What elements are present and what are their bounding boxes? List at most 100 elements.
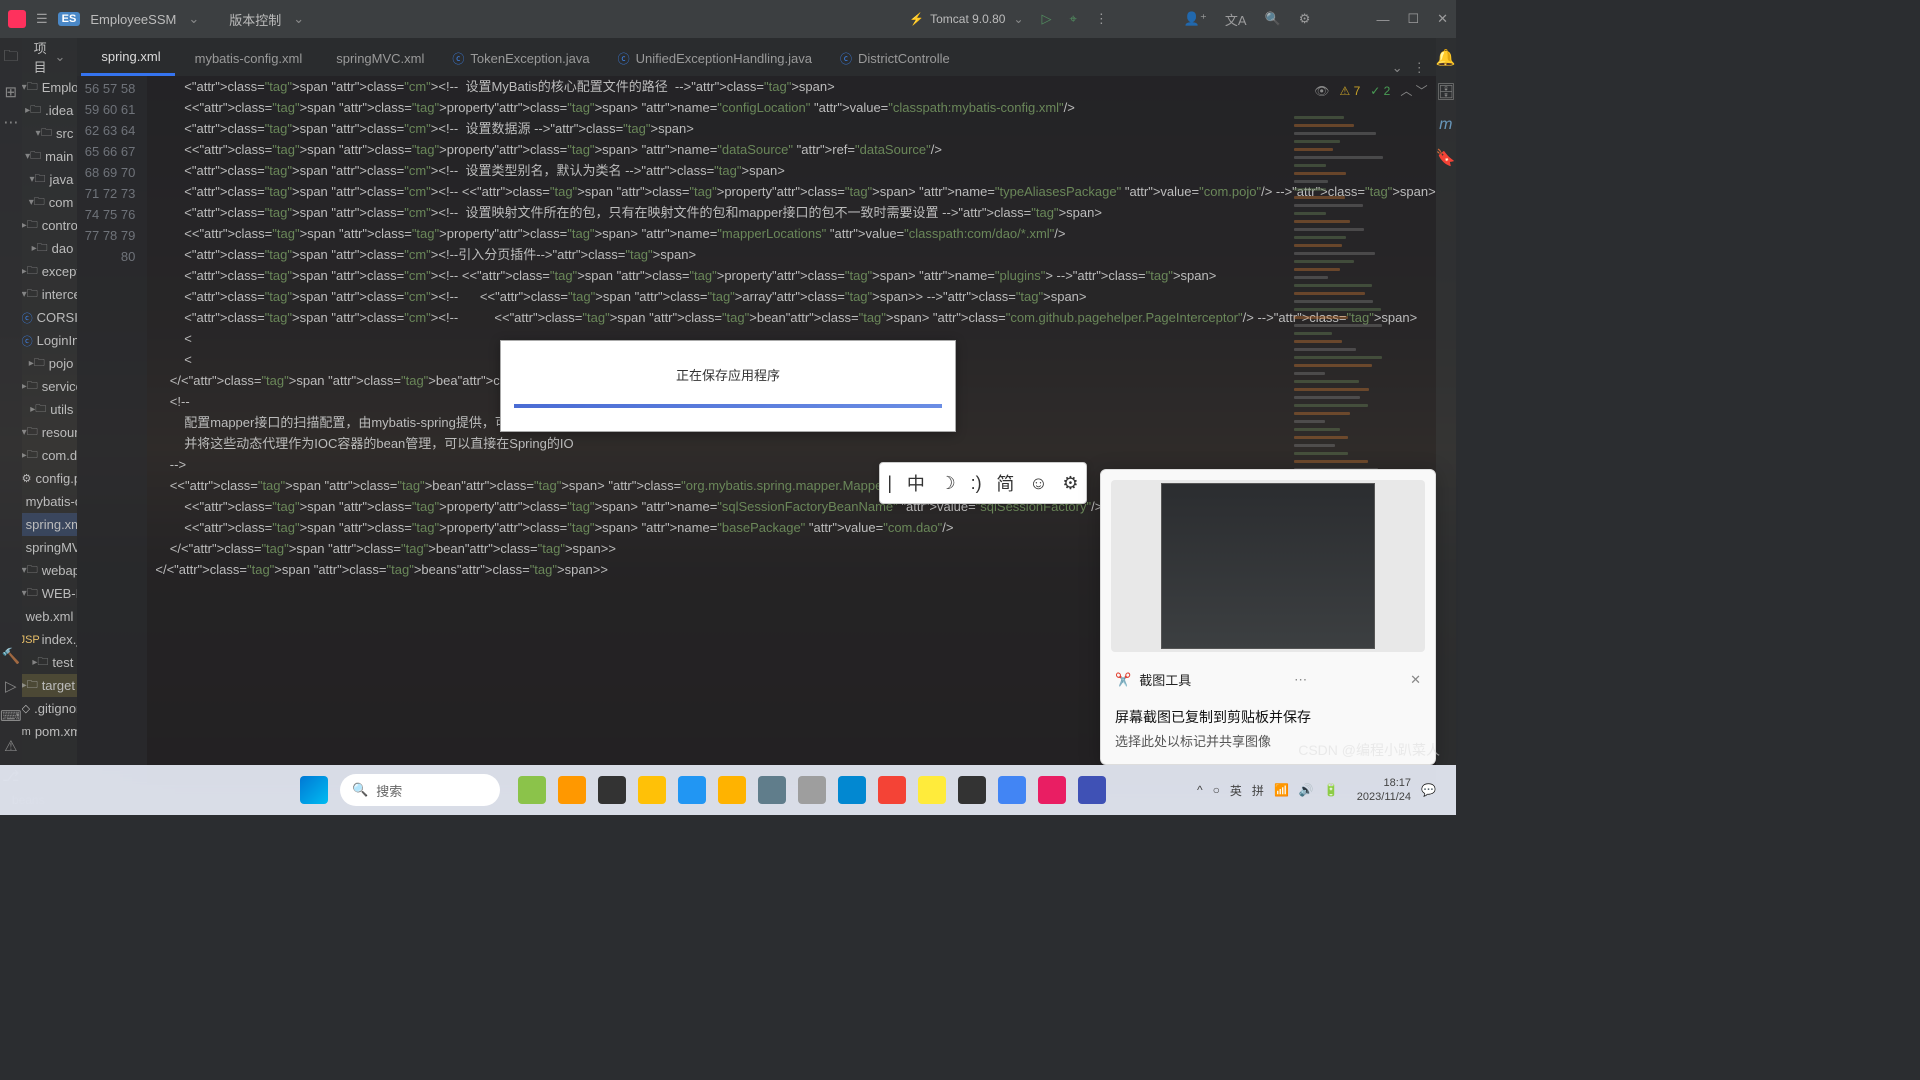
more-tool-icon[interactable]: ⋯ — [3, 113, 18, 131]
vcs-menu[interactable]: 版本控制 — [229, 10, 281, 29]
tree-row[interactable]: ▸🗀.idea — [22, 99, 78, 122]
ime-button[interactable]: ⚙ — [1062, 473, 1078, 494]
editor-tab[interactable]: ⓒTokenException.java — [438, 40, 603, 76]
tree-row[interactable]: springMVC.xml2023/11/23 16:12, 2.12 — [22, 536, 78, 559]
tree-row[interactable]: ▸🗀dao — [22, 237, 78, 260]
editor-tab[interactable]: ⓒDistrictControlle — [826, 40, 964, 76]
build-tool-icon[interactable]: 🔨 — [1, 647, 20, 665]
taskbar-app[interactable] — [798, 776, 826, 804]
settings-icon[interactable]: ⚙ — [1299, 11, 1311, 27]
taskbar-app[interactable] — [838, 776, 866, 804]
tree-row[interactable]: ▸🗀target — [22, 674, 78, 697]
taskbar-app[interactable] — [1078, 776, 1106, 804]
ime-toolbar[interactable]: |中☽:)简☺⚙ — [879, 462, 1087, 504]
tree-row[interactable]: ▾🗀src — [22, 122, 78, 145]
main-menu-icon[interactable]: ☰ — [36, 11, 48, 27]
tray-item[interactable]: ○ — [1213, 783, 1220, 797]
taskbar-app[interactable] — [638, 776, 666, 804]
maven-tool-icon[interactable]: m — [1439, 116, 1452, 134]
taskbar-app[interactable] — [958, 776, 986, 804]
toast-close-icon[interactable]: ✕ — [1410, 672, 1421, 688]
system-tray[interactable]: ^ ○ 英拼 📶 🔊 🔋 18:172023/11/24 💬 — [1197, 776, 1436, 804]
tree-row[interactable]: ◇.gitignore2023/11/18 9:41, 490 B — [22, 697, 78, 720]
taskbar-clock[interactable]: 18:172023/11/24 — [1357, 776, 1411, 804]
warnings-badge[interactable]: ⚠ 7 — [1339, 84, 1360, 98]
tab-dropdown-icon[interactable]: ⌄ — [1392, 60, 1403, 76]
taskbar-app[interactable] — [1038, 776, 1066, 804]
close-icon[interactable]: ✕ — [1437, 11, 1448, 27]
ime-button[interactable]: ☽ — [940, 473, 956, 494]
chevron-down-icon[interactable]: ⌄ — [188, 11, 199, 27]
notification-center-icon[interactable]: 💬 — [1421, 783, 1436, 797]
tray-item[interactable]: 拼 — [1252, 782, 1264, 799]
checks-badge[interactable]: ✓ 2 — [1370, 84, 1390, 98]
bookmarks-tool-icon[interactable]: 🔖 — [1436, 148, 1456, 168]
editor-tab[interactable]: mybatis-config.xml — [175, 40, 317, 76]
tree-row[interactable]: ▸🗀service — [22, 375, 78, 398]
tray-item[interactable]: ^ — [1197, 783, 1203, 797]
taskbar-app[interactable] — [558, 776, 586, 804]
tree-row[interactable]: ⓒCORSInterceptor2023/11/17 1 — [22, 306, 78, 329]
tree-row[interactable]: ▾🗀resources — [22, 421, 78, 444]
tree-row[interactable]: mybatis-config.xml2023/11/20 20:4 — [22, 490, 78, 513]
tray-sound-icon[interactable]: 🔊 — [1299, 783, 1314, 797]
taskbar-app[interactable] — [758, 776, 786, 804]
editor-tab[interactable]: ⓒUnifiedExceptionHandling.java — [604, 40, 826, 76]
tray-item[interactable]: 英 — [1230, 782, 1242, 799]
search-icon[interactable]: 🔍 — [1265, 11, 1281, 27]
tree-row[interactable]: ▸🗀controller — [22, 214, 78, 237]
run-tool-icon[interactable]: ▷ — [5, 677, 17, 695]
ime-button[interactable]: 中 — [907, 470, 925, 496]
tree-row[interactable]: ▾🗀com — [22, 191, 78, 214]
tree-row[interactable]: ▾🗀main — [22, 145, 78, 168]
taskbar-app[interactable] — [678, 776, 706, 804]
minimize-icon[interactable]: — — [1376, 12, 1389, 27]
editor-tab[interactable]: spring.xml — [81, 40, 174, 76]
tab-more-icon[interactable]: ⋮ — [1413, 60, 1426, 76]
code-with-me-icon[interactable]: 👤⁺ — [1184, 11, 1207, 27]
tray-wifi-icon[interactable]: 📶 — [1274, 783, 1289, 797]
tree-row[interactable]: web.xml2023/11/24 10:36, 3.4 kB — [22, 605, 78, 628]
tree-row[interactable]: ▸🗀exception — [22, 260, 78, 283]
start-button[interactable] — [300, 776, 328, 804]
tree-row[interactable]: ▾🗀WEB-INF — [22, 582, 78, 605]
inspector-nav[interactable]: ︿ ﹀ — [1400, 82, 1427, 99]
taskbar-app[interactable] — [718, 776, 746, 804]
translate-icon[interactable]: 文A — [1225, 10, 1247, 29]
ime-button[interactable]: | — [887, 473, 892, 494]
hide-inspector-icon[interactable]: 👁 — [1314, 84, 1329, 98]
tree-row[interactable]: ▸🗀com.dao — [22, 444, 78, 467]
debug-button[interactable]: ⌖ — [1070, 11, 1077, 27]
tree-row[interactable]: ⓒLoginInterceptor2023/11/23 1 — [22, 329, 78, 352]
tree-row[interactable]: ▸🗀test — [22, 651, 78, 674]
tree-row[interactable]: ▾🗀webapp — [22, 559, 78, 582]
tray-battery-icon[interactable]: 🔋 — [1324, 783, 1339, 797]
project-tree[interactable]: ▾🗀EmployeeSSMD:\javaworkspace\EmployeeSS… — [22, 76, 78, 785]
notifications-icon[interactable]: 🔔 — [1436, 48, 1456, 68]
taskbar-app[interactable] — [918, 776, 946, 804]
db-tool-icon[interactable]: 🗄 — [1436, 82, 1456, 102]
problems-tool-icon[interactable]: ⚠ — [4, 737, 17, 755]
tree-row[interactable]: ⚙config.properties2023/11/18 12:39, 1 — [22, 467, 78, 490]
terminal-tool-icon[interactable]: ⌨ — [0, 707, 22, 725]
tree-row[interactable]: ▸🗀utils — [22, 398, 78, 421]
tree-row[interactable]: ▾🗀EmployeeSSMD:\javaworkspace\EmployeeSS — [22, 76, 78, 99]
structure-tool-icon[interactable]: ⊞ — [5, 83, 18, 101]
project-name[interactable]: EmployeeSSM — [90, 12, 176, 27]
run-button[interactable]: ▷ — [1042, 11, 1052, 27]
maximize-icon[interactable]: ☐ — [1407, 11, 1419, 27]
taskbar-app[interactable] — [998, 776, 1026, 804]
ime-button[interactable]: 简 — [996, 470, 1014, 496]
taskbar-app[interactable] — [598, 776, 626, 804]
tree-row[interactable]: ▸🗀pojo — [22, 352, 78, 375]
tree-row[interactable]: spring.xml2023/11/21 14:03, 4.12 kB — [22, 513, 78, 536]
project-tool-icon[interactable]: 🗀 — [3, 46, 18, 71]
editor-tab[interactable]: springMVC.xml — [316, 40, 438, 76]
ime-button[interactable]: ☺ — [1029, 473, 1047, 494]
toast-more-icon[interactable]: ⋯ — [1294, 672, 1307, 688]
snip-toast[interactable]: ✂️ 截图工具 ⋯ ✕ 屏幕截图已复制到剪贴板并保存 选择此处以标记并共享图像 — [1100, 469, 1436, 765]
taskbar-search[interactable]: 🔍 搜索 — [340, 774, 500, 806]
tree-row[interactable]: ▾🗀java — [22, 168, 78, 191]
more-icon[interactable]: ⋮ — [1095, 11, 1108, 27]
project-panel-header[interactable]: 项目⌄ — [22, 38, 78, 76]
